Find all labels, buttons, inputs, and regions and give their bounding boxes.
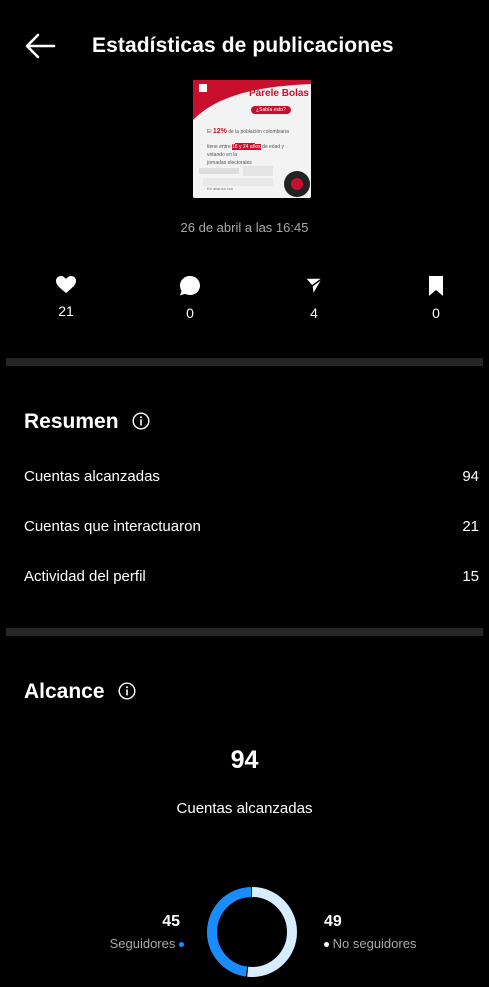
post-date: 26 de abril a las 16:45 (180, 220, 309, 235)
header: Estadísticas de publicaciones (6, 26, 483, 66)
thumb-line1-highlight: 12% (212, 128, 227, 135)
thumb-line3: votando en la (207, 152, 238, 158)
arrow-left-icon (25, 33, 56, 59)
thumb-heading: Párele Bolas (248, 88, 309, 99)
back-button[interactable] (24, 32, 56, 60)
followers-value: 45 (162, 913, 180, 930)
reach-total: 94 (230, 746, 259, 774)
heart-icon (56, 276, 76, 293)
metric-label: Cuentas alcanzadas (24, 468, 160, 485)
alcance-heading: Alcance (24, 680, 136, 704)
info-icon[interactable] (132, 412, 150, 430)
metric-label: Actividad del perfil (24, 568, 146, 585)
followers-label: Seguidores (109, 936, 176, 951)
comments-stat: 0 (160, 276, 220, 321)
saves-count: 0 (432, 305, 440, 321)
thumb-line4: jornadas electorales (207, 160, 252, 166)
bookmark-icon (429, 276, 443, 296)
metric-row-profile-activity[interactable]: Actividad del perfil 15 (24, 568, 479, 585)
send-icon (304, 277, 324, 296)
post-insights-screen: Estadísticas de publicaciones Párele Bol… (6, 6, 483, 987)
section-divider (6, 628, 483, 636)
section-divider (6, 358, 483, 366)
metric-label: Cuentas que interactuaron (24, 518, 201, 535)
comment-icon (180, 276, 200, 296)
resumen-heading: Resumen (24, 410, 150, 434)
reach-total-label: Cuentas alcanzadas (176, 800, 313, 817)
non-followers-label: No seguidores (332, 936, 417, 951)
thumb-footer: En alianza con (207, 186, 234, 191)
metric-value: 94 (462, 468, 479, 485)
shares-stat: 4 (284, 276, 344, 321)
thumb-text: El 12% de la población colombiana tiene … (207, 128, 307, 167)
metric-value: 21 (462, 518, 479, 535)
thumb-line1-suffix: de la población colombiana (228, 129, 289, 135)
non-followers-value: 49 (324, 913, 342, 930)
saves-stat: 0 (406, 276, 466, 321)
thumb-line2-prefix: tiene entre (207, 144, 231, 150)
followers-dot (179, 942, 184, 948)
shares-count: 4 (310, 305, 318, 321)
resumen-title: Resumen (24, 410, 119, 433)
comments-count: 0 (186, 305, 194, 321)
thumb-line2-suffix: de edad y (262, 144, 285, 150)
followers-legend: Seguidores (110, 936, 184, 951)
non-followers-dot (324, 942, 329, 948)
info-icon[interactable] (118, 682, 136, 700)
reach-donut-chart (207, 887, 297, 977)
likes-stat: 21 (36, 276, 96, 319)
likes-count: 21 (58, 303, 74, 319)
metric-row-reached[interactable]: Cuentas alcanzadas 94 (24, 468, 479, 485)
non-followers-legend: No seguidores (324, 936, 416, 951)
alcance-title: Alcance (24, 680, 105, 703)
thumb-line2-highlight: 18 y 24 años (232, 144, 261, 150)
metric-value: 15 (462, 568, 479, 585)
page-title: Estadísticas de publicaciones (92, 34, 394, 57)
post-thumbnail[interactable]: Párele Bolas ¿Sabía esto? El 12% de la p… (193, 80, 311, 198)
thumb-badge: ¿Sabía esto? (256, 107, 286, 113)
metric-row-engaged[interactable]: Cuentas que interactuaron 21 (24, 518, 479, 535)
thumb-line1-prefix: El (207, 129, 212, 135)
